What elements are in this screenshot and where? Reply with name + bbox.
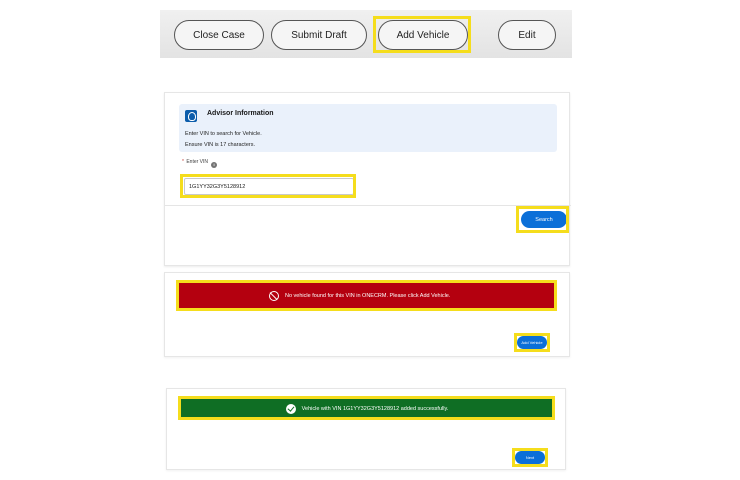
- advisor-info-box: Advisor Information Enter VIN to search …: [179, 104, 557, 152]
- highlight-next: [512, 448, 548, 467]
- advisor-instruction-1: Enter VIN to search for Vehicle.: [185, 131, 262, 137]
- highlight-add-vehicle: [373, 16, 471, 53]
- advisor-instruction-2: Ensure VIN is 17 characters.: [185, 142, 256, 148]
- highlight-search: [516, 206, 569, 233]
- advisor-icon: [185, 110, 197, 122]
- required-mark: *: [182, 159, 184, 165]
- advisor-title: Advisor Information: [207, 110, 274, 117]
- vin-label: * Enter VIN: [182, 159, 208, 165]
- submit-draft-button[interactable]: Submit Draft: [271, 20, 367, 50]
- highlight-add-vehicle-card: [514, 333, 550, 352]
- close-case-button[interactable]: Close Case: [174, 20, 264, 50]
- highlight-error-banner: [176, 280, 557, 311]
- highlight-vin-input: [180, 174, 356, 198]
- panel-divider: [165, 205, 571, 206]
- vin-label-text: Enter VIN: [186, 159, 209, 165]
- edit-button[interactable]: Edit: [498, 20, 556, 50]
- action-bar: Close Case Submit Draft Add Vehicle Edit: [160, 10, 572, 58]
- help-icon[interactable]: i: [211, 162, 217, 168]
- highlight-success-banner: [178, 396, 555, 420]
